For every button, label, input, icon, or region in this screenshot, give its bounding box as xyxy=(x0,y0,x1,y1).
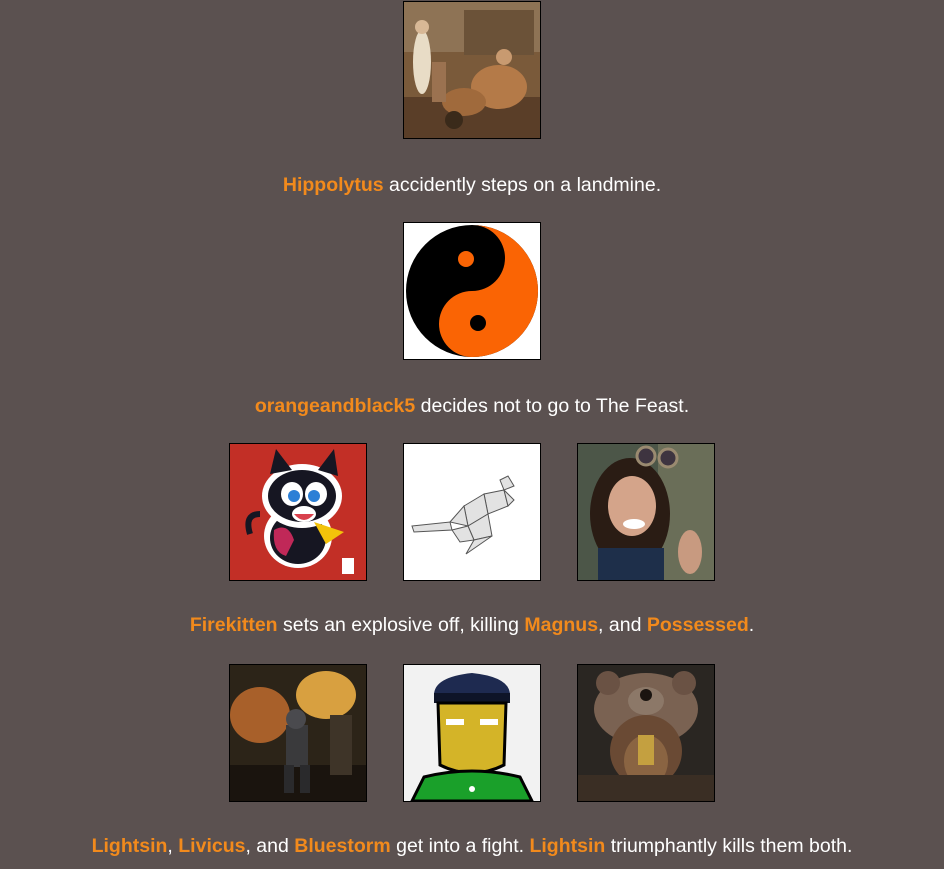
event-caption: Firekitten sets an explosive off, killin… xyxy=(0,613,944,637)
cartoon-police-avatar xyxy=(403,664,541,802)
event-text: sets an explosive off, killing xyxy=(277,614,525,636)
tribute-name: Possessed xyxy=(646,614,749,636)
event-caption: orangeandblack5 decides not to go to The… xyxy=(0,394,944,418)
event-lightsin-fight: Lightsin, Livicus, and Bluestorm get int… xyxy=(0,664,944,858)
steampunk-woman-avatar xyxy=(577,443,715,581)
avatar-row xyxy=(0,222,944,360)
tribute-name: Firekitten xyxy=(189,614,278,636)
event-text: get into a fight. xyxy=(390,835,530,857)
event-text: triumphantly kills them both. xyxy=(605,835,853,857)
event-text: decides not to go to The Feast. xyxy=(415,395,690,417)
tribute-name: orangeandblack5 xyxy=(254,395,416,417)
event-text: , xyxy=(167,835,179,857)
yin-yang-avatar xyxy=(403,222,541,360)
polygon-kangaroo-avatar xyxy=(403,443,541,581)
tribute-name: Hippolytus xyxy=(282,174,384,196)
event-firekitten-explosive: Firekitten sets an explosive off, killin… xyxy=(0,443,944,637)
tribute-name: Bluestorm xyxy=(294,835,391,857)
avatar-row xyxy=(0,1,944,139)
classical-painting-avatar xyxy=(403,1,541,139)
avatar-row xyxy=(0,664,944,802)
event-orangeandblack5-feast: orangeandblack5 decides not to go to The… xyxy=(0,222,944,418)
cartoon-cat-avatar xyxy=(229,443,367,581)
event-hippolytus-landmine: Hippolytus accidently steps on a landmin… xyxy=(0,1,944,197)
tribute-name: Lightsin xyxy=(529,835,606,857)
bear-warrior-avatar xyxy=(577,664,715,802)
event-text: . xyxy=(748,614,755,636)
event-text: , and xyxy=(598,614,647,636)
tribute-name: Magnus xyxy=(524,614,599,636)
tribute-name: Livicus xyxy=(178,835,246,857)
event-caption: Lightsin, Livicus, and Bluestorm get int… xyxy=(0,834,944,858)
tribute-name: Lightsin xyxy=(91,835,168,857)
event-caption: Hippolytus accidently steps on a landmin… xyxy=(0,173,944,197)
armored-soldier-avatar xyxy=(229,664,367,802)
event-text: accidently steps on a landmine. xyxy=(383,174,662,196)
event-text: , and xyxy=(245,835,295,857)
avatar-row xyxy=(0,443,944,581)
